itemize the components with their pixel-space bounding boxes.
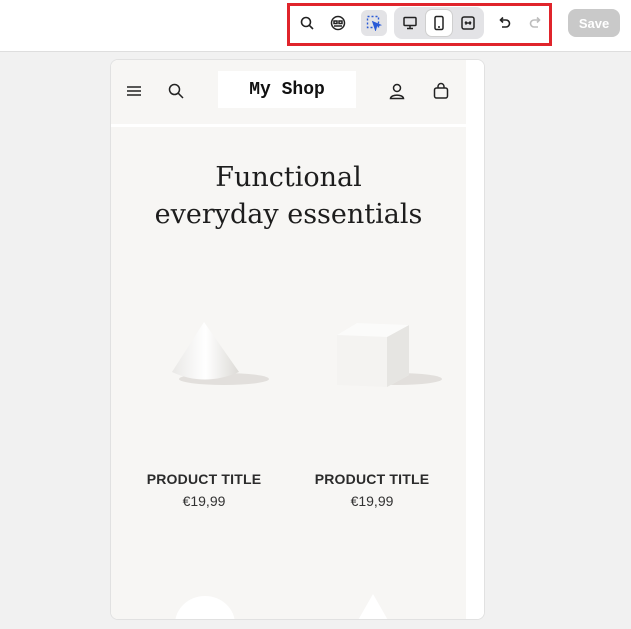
pyramid-product-image (358, 594, 388, 619)
fullwidth-button[interactable] (455, 10, 481, 36)
undo-button[interactable] (491, 10, 517, 36)
sphere-product-image (175, 596, 235, 619)
redo-icon (529, 16, 541, 28)
product-title: PRODUCT TITLE (146, 471, 262, 487)
cart-button[interactable] (430, 80, 452, 102)
hero-title-line2: everyday essentials (154, 199, 423, 230)
search-icon (168, 83, 184, 99)
store-preview: My Shop Functional everyday essentials P… (110, 59, 485, 620)
select-icon (366, 15, 382, 31)
sections-button[interactable] (325, 10, 351, 36)
hero-title: Functional everyday essentials (111, 159, 466, 233)
sections-icon (330, 15, 346, 31)
hamburger-icon (127, 86, 141, 96)
search-icon (300, 16, 314, 30)
select-button[interactable] (361, 10, 387, 36)
fullwidth-icon (461, 16, 475, 30)
desktop-button[interactable] (397, 10, 423, 36)
product-price: €19,99 (182, 493, 226, 509)
store-search-button[interactable] (165, 80, 187, 102)
redo-button[interactable] (523, 10, 549, 36)
search-button[interactable] (294, 10, 320, 36)
undo-icon (499, 16, 511, 28)
cube-product-image (337, 323, 442, 387)
preview-scroll-gutter (466, 60, 484, 619)
editor-topbar: Save (0, 0, 631, 52)
hero-title-line1: Functional (215, 162, 362, 193)
cone-product-image (172, 322, 269, 385)
store-header: My Shop (111, 60, 466, 124)
desktop-icon (403, 16, 417, 30)
save-button[interactable]: Save (568, 9, 620, 37)
store-logo[interactable]: My Shop (218, 71, 356, 108)
product-price: €19,99 (350, 493, 394, 509)
account-button[interactable] (386, 80, 408, 102)
collection-section: Functional everyday essentials PRODUCT T… (111, 127, 466, 619)
bag-icon (433, 82, 449, 99)
mobile-icon (434, 15, 444, 31)
menu-button[interactable] (123, 80, 145, 102)
mobile-button[interactable] (426, 10, 452, 36)
user-icon (389, 83, 405, 100)
product-title: PRODUCT TITLE (314, 471, 430, 487)
